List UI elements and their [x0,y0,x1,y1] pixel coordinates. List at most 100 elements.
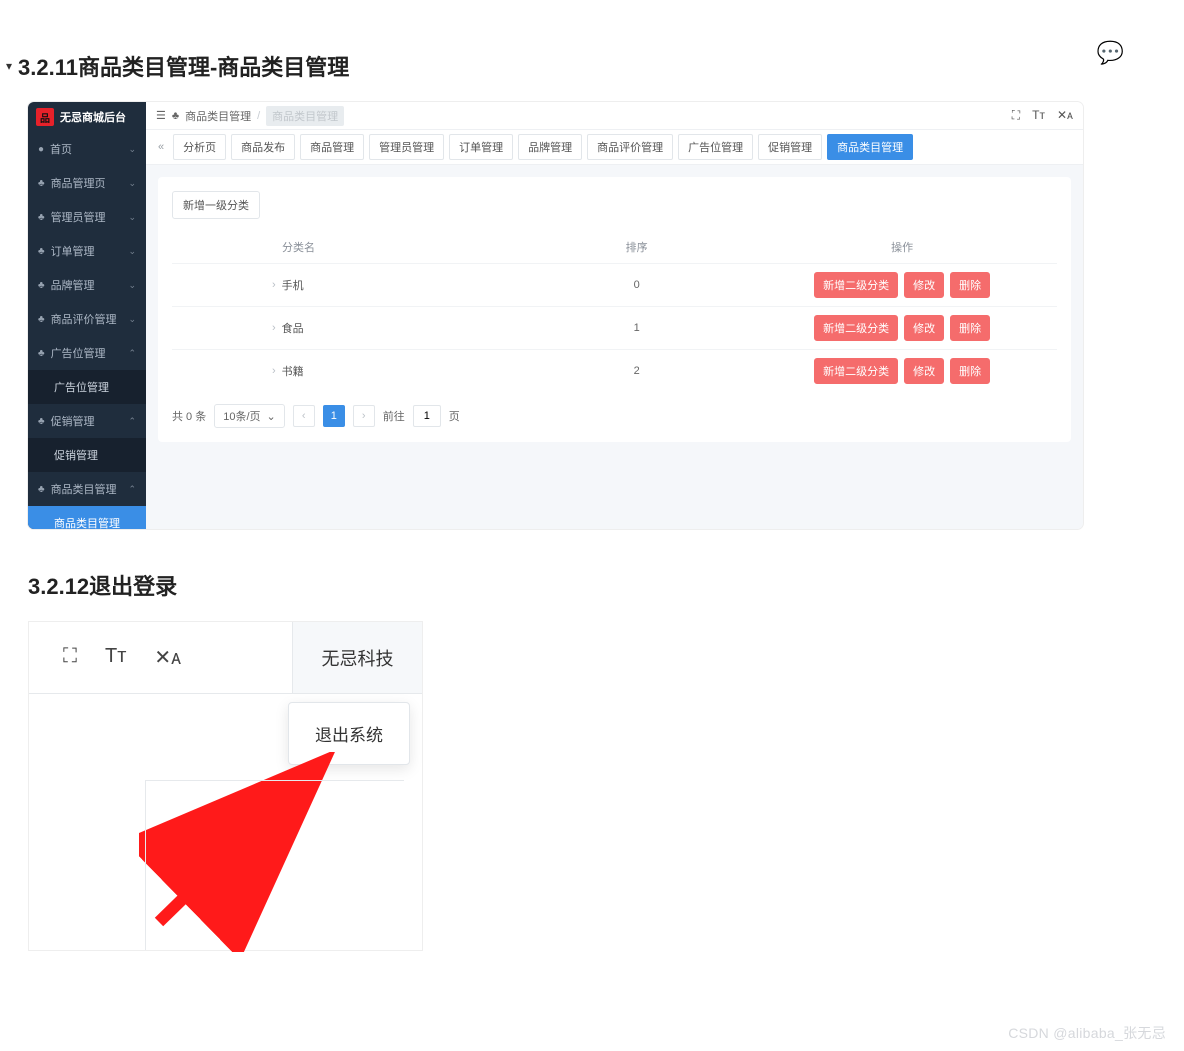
action-button[interactable]: 删除 [950,358,990,384]
chevron-down-icon: ⌄ [267,410,276,423]
nav-icon: ♣ [38,314,45,325]
chevron-icon: ⌃ [128,484,136,495]
font-size-icon[interactable]: Tᴛ [1032,108,1045,123]
pager-next[interactable]: › [353,405,375,427]
row-name: 手机 [282,277,304,293]
sidebar-item[interactable]: ♣ 管理员管理 ⌄ [28,200,146,234]
nav-label: 广告位管理 [51,345,106,361]
tab[interactable]: 商品管理 [300,134,364,160]
chevron-icon: ⌄ [128,212,136,223]
action-button[interactable]: 删除 [950,272,990,298]
brand: 品 无忌商城后台 [28,102,146,132]
sidebar-item[interactable]: ♣订单管理⌄ [28,234,146,268]
tab[interactable]: 促销管理 [758,134,822,160]
tab[interactable]: 品牌管理 [518,134,582,160]
crumb-root[interactable]: 商品类目管理 [185,108,251,124]
chevron-icon: ⌄ [128,246,136,257]
chevron-icon: ⌃ [128,348,136,359]
inner-frame [145,780,404,950]
row-name: 书籍 [282,363,304,379]
expand-icon[interactable]: › [272,279,276,291]
chevron-icon: ⌄ [128,178,136,189]
nav-label: 品牌管理 [51,277,95,293]
nav-icon: ♣ [38,280,45,291]
tabs-collapse-icon[interactable]: « [154,139,168,155]
action-button[interactable]: 修改 [904,315,944,341]
nav-icon: ♣ [38,246,45,257]
add-top-category-button[interactable]: 新增一级分类 [172,191,260,219]
nav-icon: ♣ [38,178,45,189]
chat-icon[interactable]: 💬 [1097,40,1124,66]
admin-screenshot: 品 无忌商城后台 ●首页⌄♣商品管理页⌄♣管理员管理⌄♣订单管理⌄♣品牌管理⌄♣… [28,102,1083,529]
sidebar-item[interactable]: ♣ 品牌管理 ⌄ [28,268,146,302]
sidebar-subitem[interactable]: 商品类目管理 [28,506,146,529]
action-button[interactable]: 修改 [904,272,944,298]
menu-toggle-icon[interactable]: ☰ [156,109,166,122]
sidebar-item[interactable]: ♣ 广告位管理 ⌃ [28,336,146,370]
action-button[interactable]: 修改 [904,358,944,384]
tab[interactable]: 订单管理 [449,134,513,160]
table-row: › 手机 0 新增二级分类修改删除 [172,264,1057,307]
tab[interactable]: 商品发布 [231,134,295,160]
crumb-current: 商品类目管理 [266,106,344,126]
action-button[interactable]: 新增二级分类 [814,315,898,341]
breadcrumb-bar: ☰ ♣ 商品类目管理 / 商品类目管理 ⛶ Tᴛ ✕ᴀ [146,102,1083,130]
expand-icon[interactable]: › [272,365,276,377]
nav-label: 商品管理页 [51,175,106,191]
tab[interactable]: 广告位管理 [678,134,753,160]
section-1-title: 3.2.11商品类目管理-商品类目管理 [18,50,349,82]
collapse-triangle[interactable]: ▾ [6,59,12,73]
sidebar-item[interactable]: ♣促销管理⌃ [28,404,146,438]
fullscreen-icon[interactable]: ⛶ [1012,108,1020,123]
chevron-icon: ⌄ [128,280,136,291]
tab[interactable]: 管理员管理 [369,134,444,160]
row-sort: 2 [526,350,747,393]
sidebar-subitem[interactable]: 促销管理 [28,438,146,472]
pager-page-1[interactable]: 1 [323,405,345,427]
sidebar-subitem[interactable]: 广告位管理 [28,370,146,404]
nav-icon: ♣ [38,348,45,359]
fullscreen-icon[interactable]: ⛶ [63,645,77,670]
pager-size-select[interactable]: 10条/页⌄ [214,404,285,428]
nav-label: 首页 [50,141,72,157]
row-sort: 0 [526,264,747,307]
translate-icon[interactable]: ✕ᴀ [1057,108,1073,123]
nav-icon: ♣ [38,212,45,223]
col-name: 分类名 [172,231,526,264]
nav-icon: ♣ [38,484,45,495]
pager-prev[interactable]: ‹ [293,405,315,427]
action-button[interactable]: 新增二级分类 [814,272,898,298]
col-action: 操作 [747,231,1057,264]
watermark: CSDN @alibaba_张无忌 [1008,1023,1166,1043]
pager-goto-input[interactable] [413,405,441,427]
nav-label: 商品评价管理 [51,311,117,327]
expand-icon[interactable]: › [272,322,276,334]
font-size-icon[interactable]: Tᴛ [105,645,126,670]
chevron-icon: ⌃ [128,416,136,427]
pager-page-suffix: 页 [449,408,460,424]
pager-total: 共 0 条 [172,408,206,424]
nav-icon: ● [38,144,44,155]
col-sort: 排序 [526,231,747,264]
sidebar-item[interactable]: ♣商品评价管理⌄ [28,302,146,336]
tab[interactable]: 分析页 [173,134,226,160]
user-menu-trigger[interactable]: 无忌科技 [292,622,422,693]
action-button[interactable]: 删除 [950,315,990,341]
row-name: 食品 [282,320,304,336]
crumb-sep: / [257,110,260,122]
sidebar: 品 无忌商城后台 ●首页⌄♣商品管理页⌄♣管理员管理⌄♣订单管理⌄♣品牌管理⌄♣… [28,102,146,529]
section-2-title: 3.2.12退出登录 [28,569,1154,601]
sidebar-item[interactable]: ●首页⌄ [28,132,146,166]
sidebar-item[interactable]: ♣ 商品管理页 ⌄ [28,166,146,200]
tab[interactable]: 商品类目管理 [827,134,913,160]
nav-label: 商品类目管理 [51,481,117,497]
translate-icon[interactable]: ✕ᴀ [154,645,181,670]
sidebar-item[interactable]: ♣ 商品类目管理 ⌃ [28,472,146,506]
pagination: 共 0 条 10条/页⌄ ‹ 1 › 前往 页 [172,404,1057,428]
brand-text: 无忌商城后台 [60,109,126,125]
action-button[interactable]: 新增二级分类 [814,358,898,384]
tab[interactable]: 商品评价管理 [587,134,673,160]
crumb-icon: ♣ [172,110,179,122]
logout-screenshot: ⛶Tᴛ✕ᴀ 无忌科技 退出系统 [28,621,423,951]
nav-label: 管理员管理 [51,209,106,225]
